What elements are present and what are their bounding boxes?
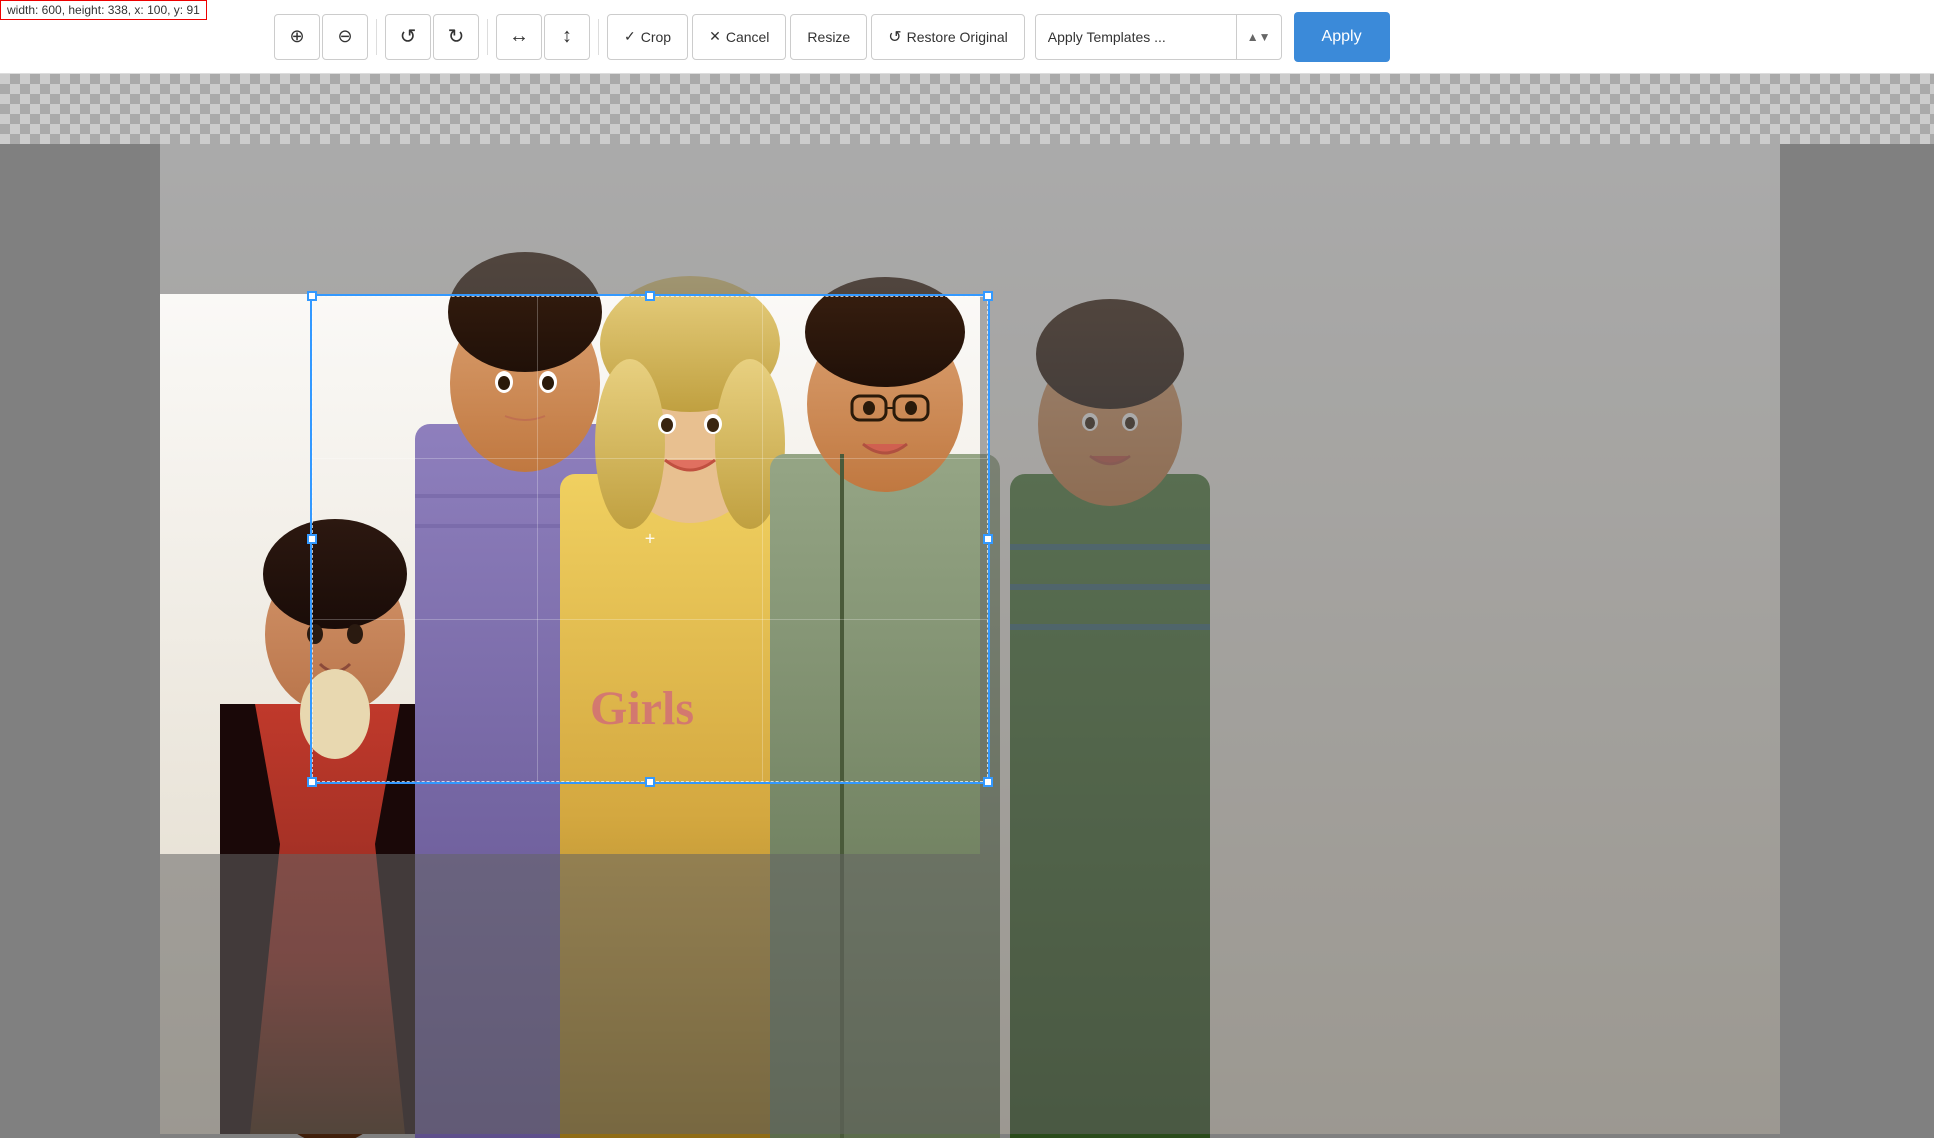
zoom-in-button[interactable]: ⊕ bbox=[274, 14, 320, 60]
apply-label: Apply bbox=[1322, 28, 1362, 45]
divider-2 bbox=[487, 19, 488, 55]
zoom-out-button[interactable]: ⊖ bbox=[322, 14, 368, 60]
restore-icon: ↺ bbox=[888, 27, 901, 47]
resize-label: Resize bbox=[807, 29, 850, 45]
flip-group: ↔ ↕ bbox=[496, 14, 590, 60]
crop-handle-top-center[interactable] bbox=[645, 291, 655, 301]
divider-1 bbox=[376, 19, 377, 55]
cancel-label: Cancel bbox=[726, 29, 770, 45]
canvas-area: Girls bbox=[0, 74, 1934, 1138]
crop-handle-middle-left[interactable] bbox=[307, 534, 317, 544]
checkmark-icon: ✓ bbox=[624, 28, 636, 45]
zoom-group: ⊕ ⊖ bbox=[274, 14, 368, 60]
flip-horizontal-button[interactable]: ↔ bbox=[496, 14, 542, 60]
apply-templates-select[interactable]: Apply Templates ... bbox=[1036, 15, 1236, 59]
crop-center-crosshair: + bbox=[645, 529, 656, 550]
crop-handle-bottom-center[interactable] bbox=[645, 777, 655, 787]
resize-button[interactable]: Resize bbox=[790, 14, 867, 60]
transparency-checker bbox=[0, 74, 1934, 144]
dimension-text: width: 600, height: 338, x: 100, y: 91 bbox=[7, 3, 200, 17]
select-arrow-icon[interactable]: ▲▼ bbox=[1236, 15, 1281, 59]
x-icon: ✕ bbox=[709, 28, 721, 45]
restore-label: Restore Original bbox=[907, 29, 1008, 45]
crop-handle-bottom-left[interactable] bbox=[307, 777, 317, 787]
zoom-in-icon: ⊕ bbox=[289, 26, 304, 47]
redo-icon: ↻ bbox=[448, 24, 465, 49]
dimension-badge: width: 600, height: 338, x: 100, y: 91 bbox=[0, 0, 207, 20]
undo-icon: ↺ bbox=[400, 24, 417, 49]
flip-vertical-button[interactable]: ↕ bbox=[544, 14, 590, 60]
restore-original-button[interactable]: ↺ Restore Original bbox=[871, 14, 1025, 60]
crop-button[interactable]: ✓ Crop bbox=[607, 14, 688, 60]
crop-label: Crop bbox=[641, 29, 671, 45]
crop-handle-top-left[interactable] bbox=[307, 291, 317, 301]
crop-handle-top-right[interactable] bbox=[983, 291, 993, 301]
apply-templates-wrapper: Apply Templates ... ▲▼ bbox=[1035, 14, 1282, 60]
divider-3 bbox=[598, 19, 599, 55]
crop-handle-middle-right[interactable] bbox=[983, 534, 993, 544]
toolbar: width: 600, height: 338, x: 100, y: 91 ⊕… bbox=[0, 0, 1934, 74]
history-group: ↺ ↻ bbox=[385, 14, 479, 60]
cancel-button[interactable]: ✕ Cancel bbox=[692, 14, 786, 60]
crop-handle-bottom-right[interactable] bbox=[983, 777, 993, 787]
flip-vertical-icon: ↕ bbox=[562, 25, 572, 48]
undo-button[interactable]: ↺ bbox=[385, 14, 431, 60]
crop-box[interactable]: + bbox=[310, 294, 990, 784]
apply-button[interactable]: Apply bbox=[1294, 12, 1390, 62]
redo-button[interactable]: ↻ bbox=[433, 14, 479, 60]
flip-horizontal-icon: ↔ bbox=[509, 25, 529, 48]
zoom-out-icon: ⊖ bbox=[337, 26, 352, 47]
